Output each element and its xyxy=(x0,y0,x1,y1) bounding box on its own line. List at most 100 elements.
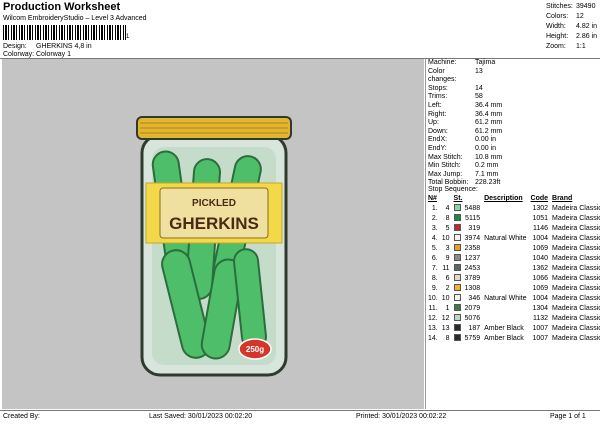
table-row: 2. 8 5115 1051Madeira Classic 40 xyxy=(426,213,600,223)
machine-info-label: EndY: xyxy=(428,144,447,152)
summary-label: Width: xyxy=(546,23,566,30)
thread-code: 1007 xyxy=(532,334,549,342)
barcode xyxy=(3,25,126,40)
machine-info-row: Stops: 14 xyxy=(428,85,502,94)
thread-code: 1004 xyxy=(532,234,549,242)
machine-info-label: Max Jump: xyxy=(428,170,463,178)
color-index: 4 xyxy=(445,204,450,212)
stop-number: 8. xyxy=(431,274,438,282)
stop-number: 7. xyxy=(431,264,438,272)
machine-info-value: 0.2 mm xyxy=(475,162,499,170)
machine-info-row: Down: 61.2 mm xyxy=(428,128,502,137)
color-swatch-cell xyxy=(452,333,463,343)
machine-info-row: Color changes: 13 xyxy=(428,68,502,85)
machine-info-value: 58 xyxy=(475,93,483,101)
thread-code: 1004 xyxy=(532,294,549,302)
color-swatch-cell xyxy=(452,283,463,293)
thread-description xyxy=(482,313,528,323)
table-row: 7. 11 2453 1362Madeira Classic 40 xyxy=(426,263,600,273)
thread-brand: Madeira Classic 40 xyxy=(552,264,600,272)
summary-row: Zoom: 1:1 xyxy=(546,42,597,52)
machine-info-label: Max Stitch: xyxy=(428,153,463,161)
printed-date: Printed: 30/01/2023 00:02:22 xyxy=(356,413,447,420)
color-index: 1 xyxy=(445,304,450,312)
color-swatch xyxy=(453,264,461,272)
table-row: 14. 8 5759Amber Black 1007Madeira Classic 4… xyxy=(426,333,600,343)
machine-info-value: 0.00 in xyxy=(475,136,497,144)
colorway-value: Colorway 1 xyxy=(36,51,72,58)
summary-row: Height: 2.86 in xyxy=(546,32,597,42)
machine-info-value: 13 xyxy=(475,67,483,75)
color-swatch-cell xyxy=(452,263,463,273)
summary-value: 1:1 xyxy=(576,43,586,50)
color-index: 2 xyxy=(445,284,450,292)
stitch-count: 1237 xyxy=(464,254,481,262)
machine-info: Machine: Tajima Color changes: 13 Stops: 14 Tr… xyxy=(428,59,502,188)
thread-brand: Madeira Classic 40 xyxy=(552,294,600,302)
thread-code: 1302 xyxy=(532,204,549,212)
thread-brand: Madeira Classic 40 xyxy=(552,254,600,262)
thread-brand: Madeira Classic 40 xyxy=(552,234,600,242)
thread-brand: Madeira Classic 40 xyxy=(552,244,600,252)
stitch-count: 5488 xyxy=(464,204,481,212)
machine-info-label: Color changes: xyxy=(428,67,457,84)
summary-label: Height: xyxy=(546,33,569,40)
thread-brand: Madeira Classic 40 xyxy=(552,304,600,312)
thread-code: 1146 xyxy=(532,224,549,232)
stitch-count: 3974 xyxy=(464,234,481,242)
thread-description xyxy=(482,273,528,283)
table-row: 10. 10 346 Natural White 1004 Madeira Classic… xyxy=(426,293,600,303)
summary-label: Stitches: xyxy=(546,3,573,10)
stop-number: 10. xyxy=(428,294,438,302)
color-index: 10 xyxy=(441,294,450,302)
stitch-count: 346 xyxy=(468,294,481,302)
stitch-count: 5115 xyxy=(465,214,481,222)
design-label: Design: xyxy=(3,43,27,50)
color-swatch-cell xyxy=(452,293,463,303)
thread-brand: Madeira Classic 40 xyxy=(552,204,600,212)
colorway-label: Colorway: xyxy=(3,51,35,58)
stitch-count: 2358 xyxy=(464,244,481,252)
machine-info-label: Down: xyxy=(428,127,448,135)
color-swatch xyxy=(453,204,461,212)
color-index: 3 xyxy=(445,244,450,252)
stitch-count: 3789 xyxy=(464,274,481,282)
stop-number: 9. xyxy=(431,284,438,292)
color-index: 5 xyxy=(445,224,450,232)
thread-description xyxy=(482,283,528,293)
summary-panel: Stitches: 39490 Colors: 12 Width: 4.82 in Heig… xyxy=(546,2,597,52)
machine-info-row: Machine: Tajima xyxy=(428,59,502,68)
page-title: Production Worksheet xyxy=(3,1,121,13)
color-swatch-cell xyxy=(452,223,463,233)
stop-sequence-table: N# St. Description Code Brand 1. 4 5488 130… xyxy=(426,194,600,343)
thread-description xyxy=(482,223,528,233)
col-header-brand: Brand xyxy=(552,195,573,202)
machine-info-value: 61.2 mm xyxy=(475,127,503,135)
color-swatch xyxy=(453,224,461,232)
color-swatch xyxy=(453,274,461,282)
table-row: 13.13 187Amber Black 1007Madeira Classic 4… xyxy=(426,323,600,333)
table-row: 6. 9 1237 1040Madeira Classic 40 xyxy=(426,253,600,263)
color-swatch-cell xyxy=(452,273,463,283)
table-row: 8. 6 3789 1066Madeira Classic 40 xyxy=(426,273,600,283)
label-line-1: PICKLED xyxy=(192,198,236,209)
thread-description xyxy=(482,303,528,313)
design-row: Design: GHERKINS 4,8 in xyxy=(3,43,92,50)
machine-info-label: Min Stitch: xyxy=(428,162,461,170)
thread-description: Amber Black xyxy=(484,324,524,332)
color-index: 8 xyxy=(445,214,450,222)
stitch-count: 1308 xyxy=(464,284,481,292)
color-index: 8 xyxy=(445,334,450,342)
stop-number: 5. xyxy=(431,244,438,252)
machine-info-label: Trims: xyxy=(428,93,448,101)
stop-number: 2. xyxy=(431,214,438,222)
color-swatch-cell xyxy=(452,233,463,243)
machine-info-label: Machine: xyxy=(428,59,457,66)
table-row: 1. 4 5488 1302Madeira Classic 40 xyxy=(426,203,600,213)
color-swatch-cell xyxy=(452,213,463,223)
summary-label: Zoom: xyxy=(546,43,566,50)
color-swatch xyxy=(453,234,461,242)
machine-info-row: Right: 36.4 mm xyxy=(428,111,502,120)
thread-brand: Madeira Classic 40 xyxy=(552,274,600,282)
color-swatch xyxy=(453,334,461,342)
